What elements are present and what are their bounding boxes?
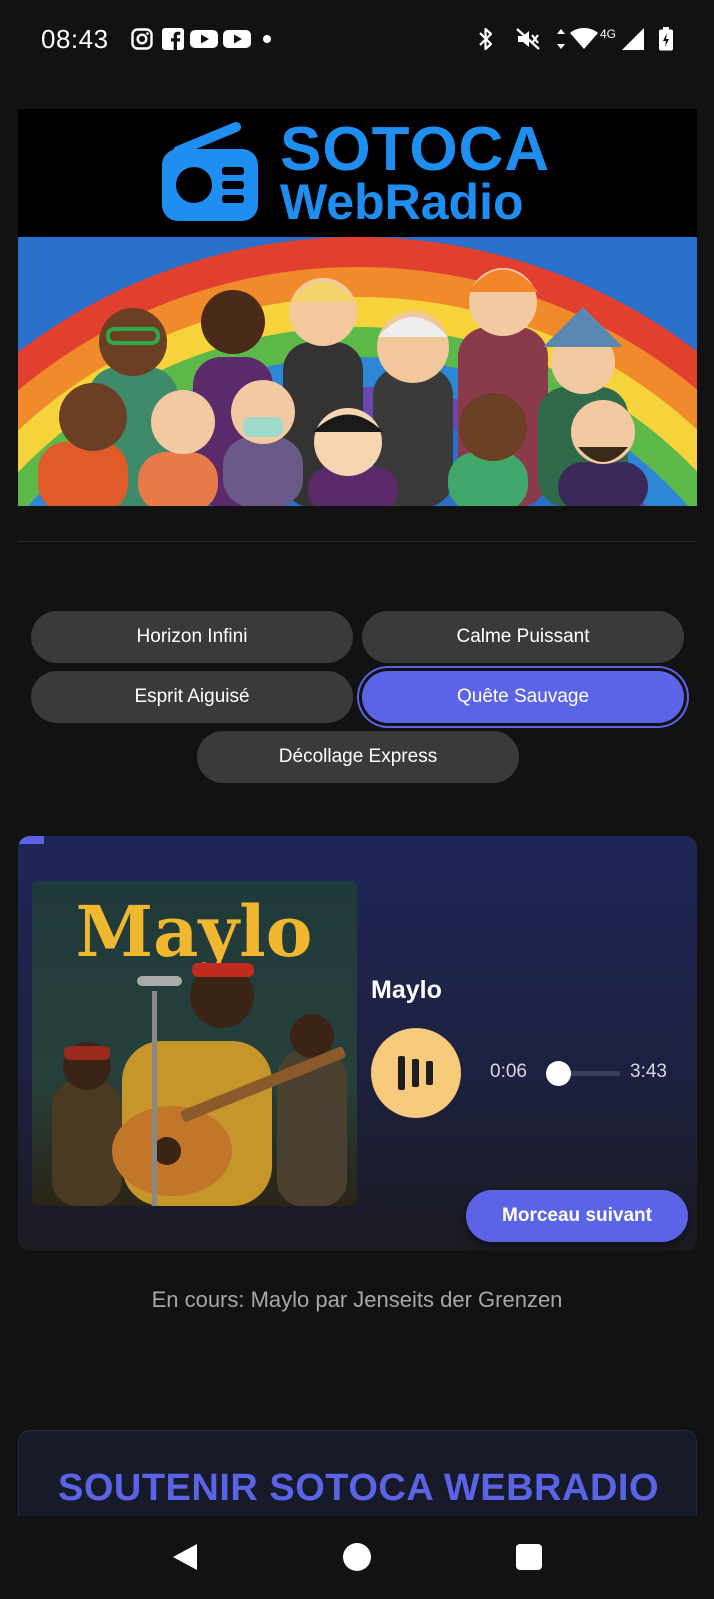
recents-icon[interactable]: [512, 1540, 546, 1574]
youtube-icon: [223, 28, 251, 50]
time-total: 3:43: [630, 1061, 667, 1082]
album-cover: Maylo: [32, 881, 357, 1206]
battery-icon: [658, 27, 674, 51]
pause-icon: [398, 1056, 433, 1090]
facebook-icon: [162, 28, 184, 50]
station-decollage-express-button[interactable]: Décollage Express: [197, 731, 519, 783]
album-cover-title: Maylo: [76, 890, 313, 973]
station-quete-sauvage-button[interactable]: Quête Sauvage: [362, 671, 684, 723]
system-nav-bar: [0, 1516, 714, 1599]
home-icon[interactable]: [340, 1540, 374, 1574]
pause-button[interactable]: [371, 1028, 461, 1118]
station-esprit-aiguise-button[interactable]: Esprit Aiguisé: [31, 671, 353, 723]
time-current: 0:06: [490, 1061, 527, 1082]
player-card: Maylo Maylo 0:06 3:43 Morceau suivant: [18, 836, 697, 1251]
station-calme-puissant-button[interactable]: Calme Puissant: [362, 611, 684, 663]
wifi-icon: [570, 28, 598, 50]
station-horizon-infini-button[interactable]: Horizon Infini: [31, 611, 353, 663]
back-icon[interactable]: [168, 1540, 202, 1574]
banner-logo-strip: SOTOCA WebRadio: [18, 109, 697, 237]
status-bar: 08:43 4G: [0, 0, 714, 80]
track-title: Maylo: [371, 976, 442, 1004]
banner-illustration: [18, 237, 697, 506]
youtube-icon: [190, 28, 218, 50]
next-track-button[interactable]: Morceau suivant: [466, 1190, 688, 1242]
radio-logo-icon: [158, 121, 262, 230]
dot-icon: [262, 28, 272, 50]
signal-icon: [622, 28, 644, 50]
instagram-icon: [131, 28, 153, 50]
bluetooth-icon: [477, 27, 495, 51]
logo-subtitle: WebRadio: [280, 174, 524, 230]
seek-thumb[interactable]: [546, 1061, 571, 1086]
section-divider: [18, 541, 697, 542]
mute-icon: [515, 28, 541, 50]
playback-progress-bar: [18, 836, 44, 844]
status-time: 08:43: [41, 24, 109, 54]
now-playing-text: En cours: Maylo par Jenseits der Grenzen: [151, 1287, 563, 1312]
data-arrows-icon: [555, 28, 567, 50]
sotoca-banner: SOTOCA WebRadio: [18, 109, 697, 506]
support-title: SOUTENIR SOTOCA WEBRADIO: [57, 1467, 660, 1509]
network-type-label: 4G: [600, 27, 617, 41]
